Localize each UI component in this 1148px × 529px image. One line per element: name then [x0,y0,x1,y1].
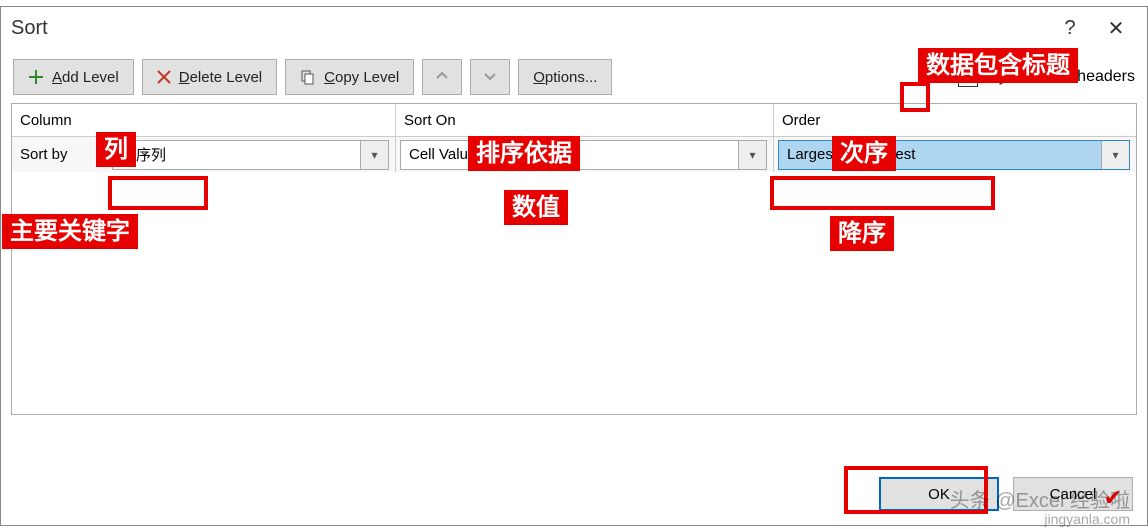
grid-header: Column Sort On Order [12,104,1136,136]
anno-column-cn: 列 [96,132,136,167]
anno-values-cn: 数值 [504,190,568,225]
chevron-down-icon[interactable]: ▾ [360,141,388,169]
anno-sorton-cn: 排序依据 [468,136,580,171]
add-level-button[interactable]: Add Level [13,59,134,95]
close-button[interactable]: ✕ [1093,12,1139,44]
anno-box-sortby-value [108,176,208,210]
copy-icon [300,69,316,85]
sortby-value: 排序列 [113,144,360,165]
titlebar: Sort ? ✕ [1,7,1147,49]
copy-level-button[interactable]: Copy Level [285,59,414,95]
chevron-down-icon [484,69,496,86]
column-header: Column [12,104,396,136]
window-title: Sort [11,17,1047,40]
move-down-button[interactable] [470,59,510,95]
chevron-up-icon [436,69,448,86]
anno-box-ok-button [844,466,988,514]
help-button[interactable]: ? [1047,12,1093,44]
anno-sortby-cn: 主要关键字 [2,214,138,249]
x-icon [157,70,171,84]
plus-icon [28,69,44,85]
order-value: Largest to Smallest [779,146,1101,163]
cancel-button[interactable]: Cancel [1013,477,1133,511]
chevron-down-icon[interactable]: ▾ [1101,141,1129,169]
sort-dialog: Sort ? ✕ Add Level Delete Level Copy Lev… [0,6,1148,526]
anno-headers-cn: 数据包含标题 [918,48,1078,83]
anno-box-headers-checkbox [900,82,930,112]
order-header: Order [774,104,1136,136]
options-button[interactable]: Options... [518,59,612,95]
sorton-combo[interactable]: Cell Values ▾ [400,140,767,170]
order-combo[interactable]: Largest to Smallest ▾ [778,140,1130,170]
move-up-button[interactable] [422,59,462,95]
sorton-header: Sort On [396,104,774,136]
sortby-combo[interactable]: 排序列 ▾ [112,140,389,170]
delete-level-button[interactable]: Delete Level [142,59,277,95]
anno-desc-cn: 降序 [830,216,894,251]
chevron-down-icon[interactable]: ▾ [738,141,766,169]
anno-box-order-combo [770,176,995,210]
anno-order-cn: 次序 [832,136,896,171]
